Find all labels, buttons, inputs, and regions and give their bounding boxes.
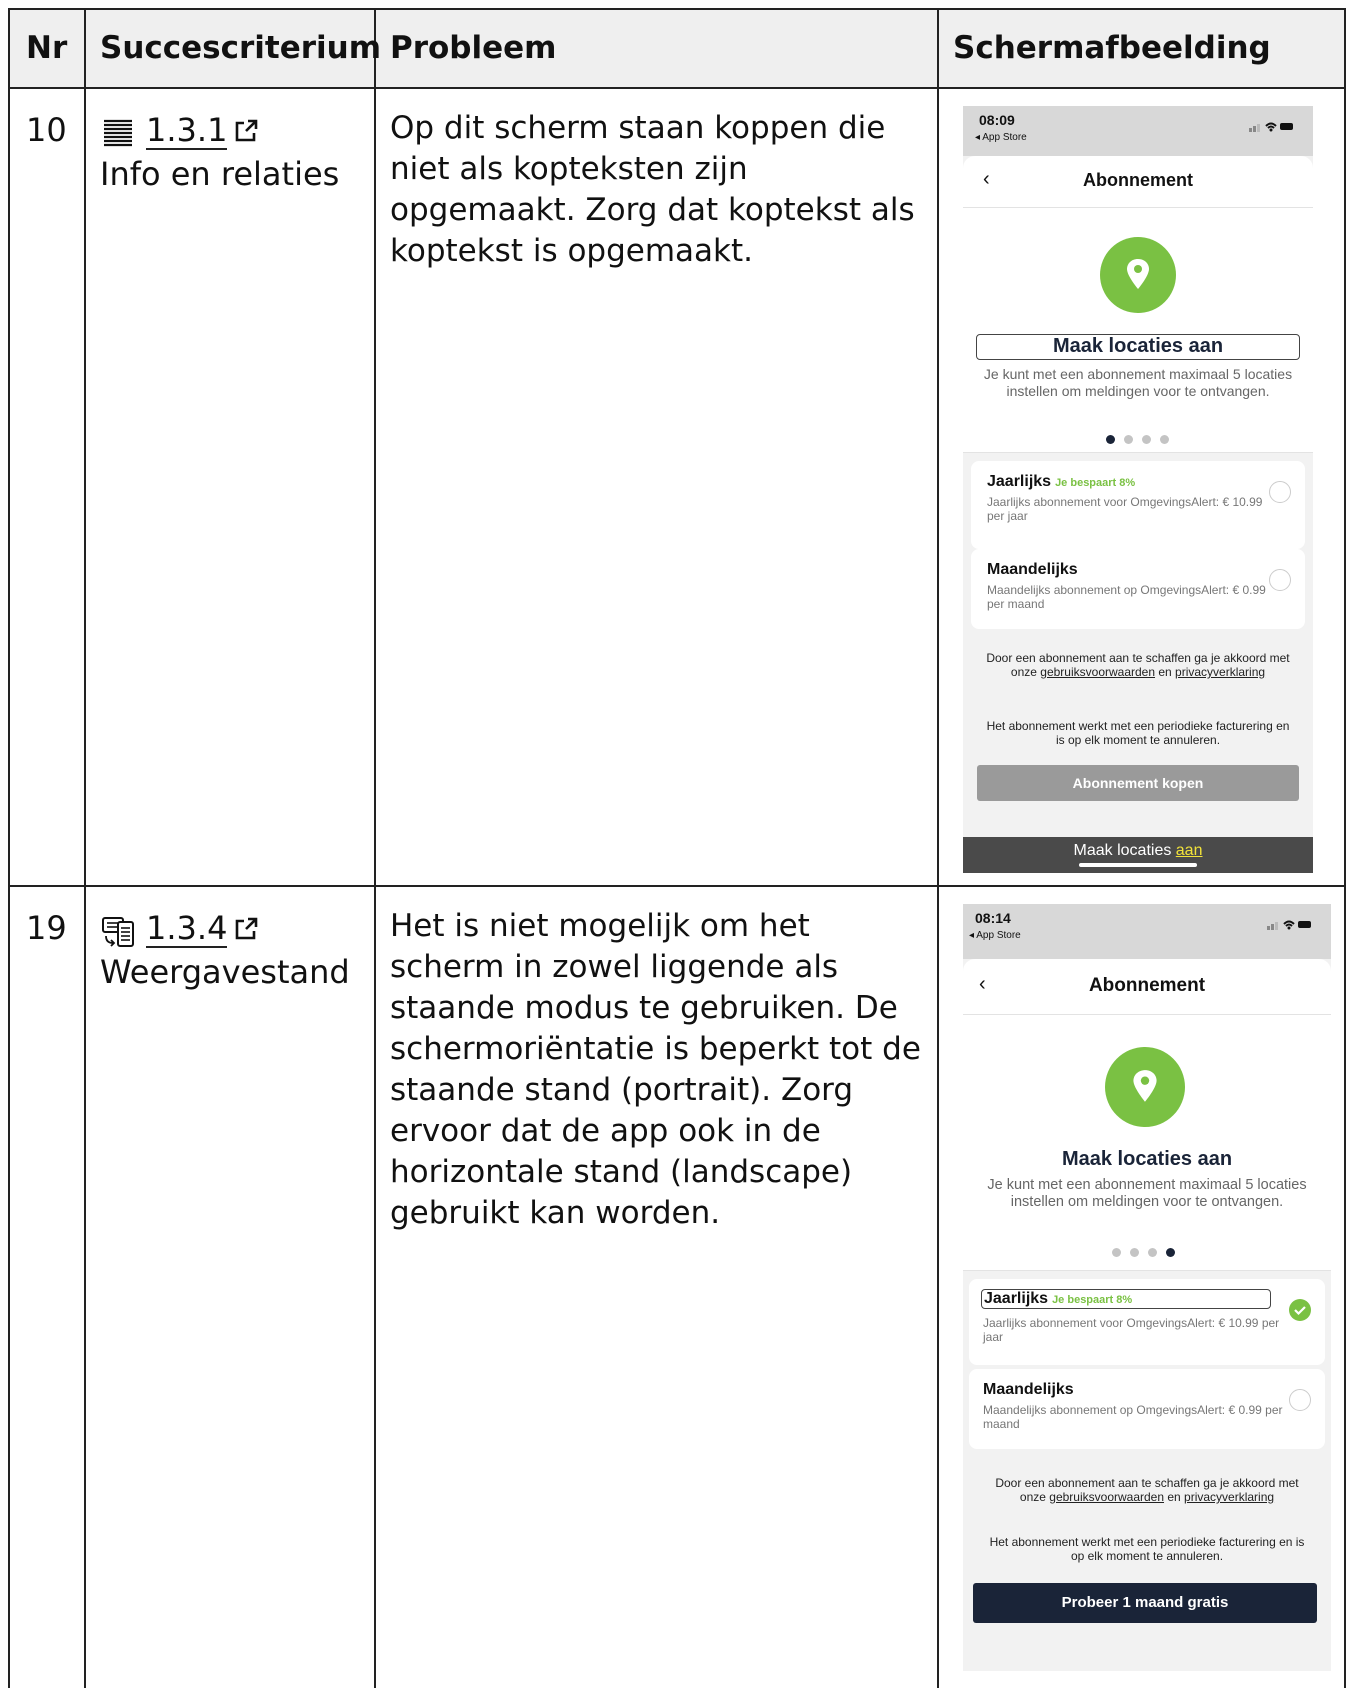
subscription-sheet: ‹ Abonnement Maak locaties aan Je kunt m… <box>963 959 1331 1671</box>
carousel-dot[interactable] <box>1148 1248 1157 1257</box>
header-divider <box>10 87 1344 89</box>
row-divider <box>10 885 1344 887</box>
terms-link[interactable]: gebruiksvoorwaarden <box>1040 665 1155 679</box>
screenshot-phone: 08:14 ◂ App Store ‹ Abonnement Maak loca… <box>963 904 1331 1671</box>
plan-option-yearly[interactable]: Jaarlijks Je bespaart 8% Jaarlijks abonne… <box>969 1279 1325 1365</box>
location-pin-icon <box>1100 237 1176 313</box>
carousel-subtext: Je kunt met een abonnement maximaal 5 lo… <box>983 366 1293 399</box>
carousel-dot[interactable] <box>1106 435 1115 444</box>
plan-name: Maandelijks <box>983 1381 1074 1398</box>
plan-name: Jaarlijks <box>987 473 1052 490</box>
criterion-number: 1.3.1 <box>146 111 228 150</box>
carousel-dot[interactable] <box>1130 1248 1139 1257</box>
screenshot-phone: 08:09 ◂ App Store ‹ Abonnement Maak loca… <box>963 106 1313 873</box>
carousel-dots[interactable] <box>1112 1248 1175 1257</box>
external-link-icon <box>236 119 258 142</box>
system-status-icons <box>1267 920 1311 930</box>
criterion-name: Info en relaties <box>100 155 340 193</box>
plan-option-monthly[interactable]: Maandelijks Maandelijks abonnement op Om… <box>969 1369 1325 1449</box>
plan-description: Maandelijks abonnement op OmgevingsAlert… <box>983 1403 1283 1431</box>
criterion-cell: 1.3.4 Weergavestand <box>100 906 370 994</box>
criterion-name: Weergavestand <box>100 953 350 991</box>
criterion-cell: 1.3.1 Info en relaties <box>100 108 370 196</box>
status-bar: 08:09 ◂ App Store <box>963 106 1313 156</box>
carousel-dot[interactable] <box>1124 435 1133 444</box>
system-status-icons <box>1249 122 1293 132</box>
nav-bar: ‹ Abonnement <box>963 959 1331 1015</box>
column-divider <box>937 10 939 1688</box>
free-trial-button[interactable]: Probeer 1 maand gratis <box>973 1583 1317 1623</box>
status-bar: 08:14 ◂ App Store <box>963 904 1331 959</box>
row-number: 10 <box>26 111 67 149</box>
status-time: 08:09 <box>979 112 1015 128</box>
terms-link[interactable]: gebruiksvoorwaarden <box>1049 1490 1164 1504</box>
voiceover-caption: Maak locaties aan <box>963 837 1313 873</box>
terms-text: Door een abonnement aan te schaffen ga j… <box>995 1476 1299 1504</box>
nav-title: Abonnement <box>1088 975 1206 996</box>
subscription-sheet: ‹ Abonnement Maak locaties aan Je kunt m… <box>963 156 1313 873</box>
billing-text: Het abonnement werkt met een periodieke … <box>986 719 1290 747</box>
nav-title: Abonnement <box>1083 170 1193 190</box>
carousel-dots[interactable] <box>1106 435 1169 444</box>
location-pin-icon <box>1105 1047 1185 1127</box>
column-divider <box>374 10 376 1688</box>
plan-saving-badge: Je bespaart 8% <box>1055 477 1136 489</box>
terms-text: Door een abonnement aan te schaffen ga j… <box>986 651 1290 679</box>
plans-area: Jaarlijks Je bespaart 8% Jaarlijks abonne… <box>963 452 1313 873</box>
privacy-link[interactable]: privacyverklaring <box>1184 1490 1274 1504</box>
carousel-dot[interactable] <box>1142 435 1151 444</box>
carousel-dot[interactable] <box>1160 435 1169 444</box>
plan-option-yearly[interactable]: Jaarlijks Je bespaart 8% Jaarlijks abonne… <box>971 461 1305 549</box>
plan-radio-checked[interactable] <box>1289 1299 1311 1321</box>
carousel-dot[interactable] <box>1166 1248 1175 1257</box>
carousel-subtext: Je kunt met een abonnement maximaal 5 lo… <box>987 1177 1307 1210</box>
buy-subscription-button[interactable]: Abonnement kopen <box>977 765 1299 801</box>
carousel-heading: Maak locaties aan <box>1061 1148 1233 1170</box>
plan-option-monthly[interactable]: Maandelijks Maandelijks abonnement op Om… <box>971 549 1305 629</box>
header-nr: Nr <box>26 30 68 66</box>
list-icon <box>104 119 132 147</box>
checkmark-icon <box>1294 1306 1306 1316</box>
carousel-dot[interactable] <box>1112 1248 1121 1257</box>
billing-text: Het abonnement werkt met een periodieke … <box>989 1535 1305 1563</box>
back-to-app-store[interactable]: ◂ App Store <box>975 132 1027 143</box>
plan-saving-badge: Je bespaart 8% <box>1052 1294 1133 1306</box>
plan-description: Jaarlijks abonnement voor OmgevingsAlert… <box>987 495 1263 523</box>
row-number: 19 <box>26 909 67 947</box>
criterion-link[interactable]: 1.3.4 <box>146 910 259 948</box>
plan-description: Maandelijks abonnement op OmgevingsAlert… <box>987 583 1266 611</box>
status-time: 08:14 <box>975 910 1011 926</box>
problem-text: Op dit scherm staan koppen die niet als … <box>390 110 915 269</box>
audit-table: Nr Succescriterium Probleem Schermafbeel… <box>8 8 1346 1688</box>
orientation-icon <box>102 917 134 947</box>
header-criterion: Succescriterium <box>100 30 382 66</box>
problem-text: Het is niet mogelijk om het scherm in zo… <box>390 908 921 1231</box>
plans-area: Jaarlijks Je bespaart 8% Jaarlijks abonne… <box>963 1270 1331 1671</box>
header-problem: Probleem <box>390 30 557 66</box>
plan-radio[interactable] <box>1269 569 1291 591</box>
criterion-number: 1.3.4 <box>146 909 228 948</box>
plan-description: Jaarlijks abonnement voor OmgevingsAlert… <box>983 1316 1280 1344</box>
criterion-link[interactable]: 1.3.1 <box>146 112 259 150</box>
external-link-icon <box>236 917 258 940</box>
privacy-link[interactable]: privacyverklaring <box>1175 665 1265 679</box>
nav-bar: ‹ Abonnement <box>963 156 1313 208</box>
plan-radio[interactable] <box>1289 1389 1311 1411</box>
carousel-heading: Maak locaties aan <box>976 334 1300 360</box>
plan-name: Jaarlijks <box>984 1290 1049 1307</box>
header-screenshot: Schermafbeelding <box>953 30 1271 66</box>
back-to-app-store[interactable]: ◂ App Store <box>969 930 1021 941</box>
plan-name: Maandelijks <box>987 561 1078 578</box>
plan-radio[interactable] <box>1269 481 1291 503</box>
column-divider <box>84 10 86 1688</box>
home-indicator[interactable] <box>1079 863 1197 867</box>
